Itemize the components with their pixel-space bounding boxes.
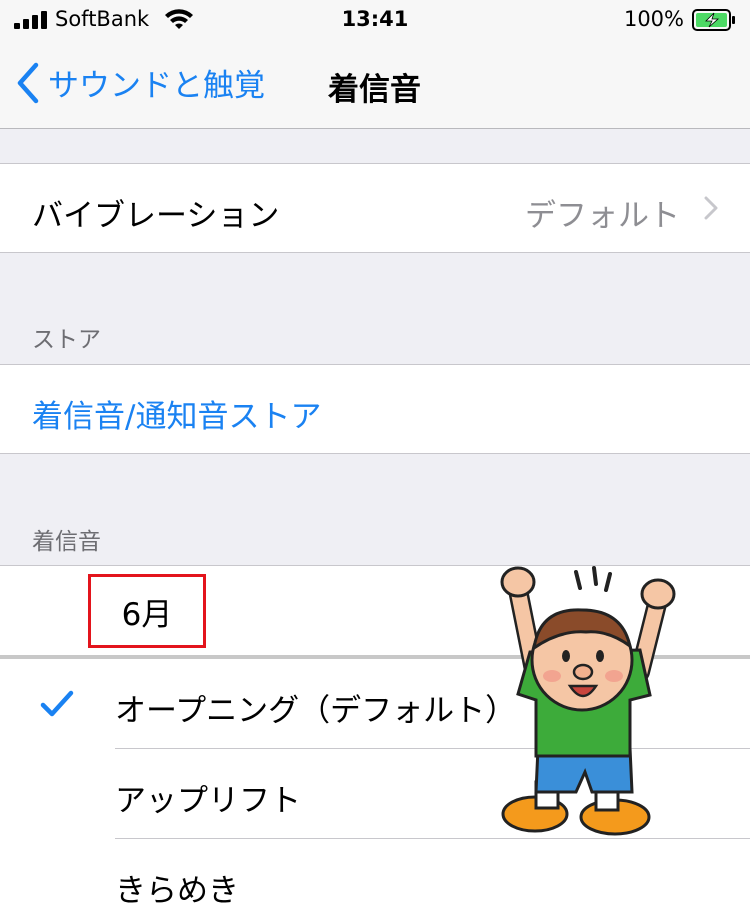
ringtone-label: きらめき: [115, 873, 239, 909]
ringtone-item-kirameki[interactable]: きらめき: [0, 839, 750, 922]
ringtones-section-header: 着信音: [32, 529, 101, 555]
back-label: サウンドと触覚: [48, 68, 265, 104]
vibration-cell[interactable]: バイブレーション デフォルト: [0, 163, 750, 253]
ringtone-label: オープニング（デフォルト）: [115, 693, 517, 729]
vibration-value: デフォルト: [525, 198, 680, 234]
chevron-left-icon: [17, 62, 39, 103]
battery-percent: 100%: [623, 7, 684, 31]
ringtone-store-link[interactable]: 着信音/通知音ストア: [32, 391, 321, 436]
back-button[interactable]: サウンドと触覚: [16, 60, 265, 105]
battery-charging-icon: [692, 9, 735, 31]
checkmark-icon: [40, 690, 74, 717]
vibration-label: バイブレーション: [32, 198, 280, 234]
page-title: 着信音: [328, 72, 421, 108]
store-section-header: ストア: [32, 327, 101, 353]
ringtone-label: アップリフト: [115, 783, 301, 819]
navigation-bar: サウンドと触覚 着信音: [0, 40, 750, 129]
status-bar: SoftBank 13:41 100%: [0, 0, 750, 40]
month-label: 6月: [121, 596, 173, 633]
month-highlight-box: 6月: [88, 574, 206, 648]
ringtone-store-cell[interactable]: 着信音/通知音ストア: [0, 364, 750, 454]
chevron-right-icon: [704, 196, 718, 220]
cheering-boy-illustration: [500, 566, 676, 836]
